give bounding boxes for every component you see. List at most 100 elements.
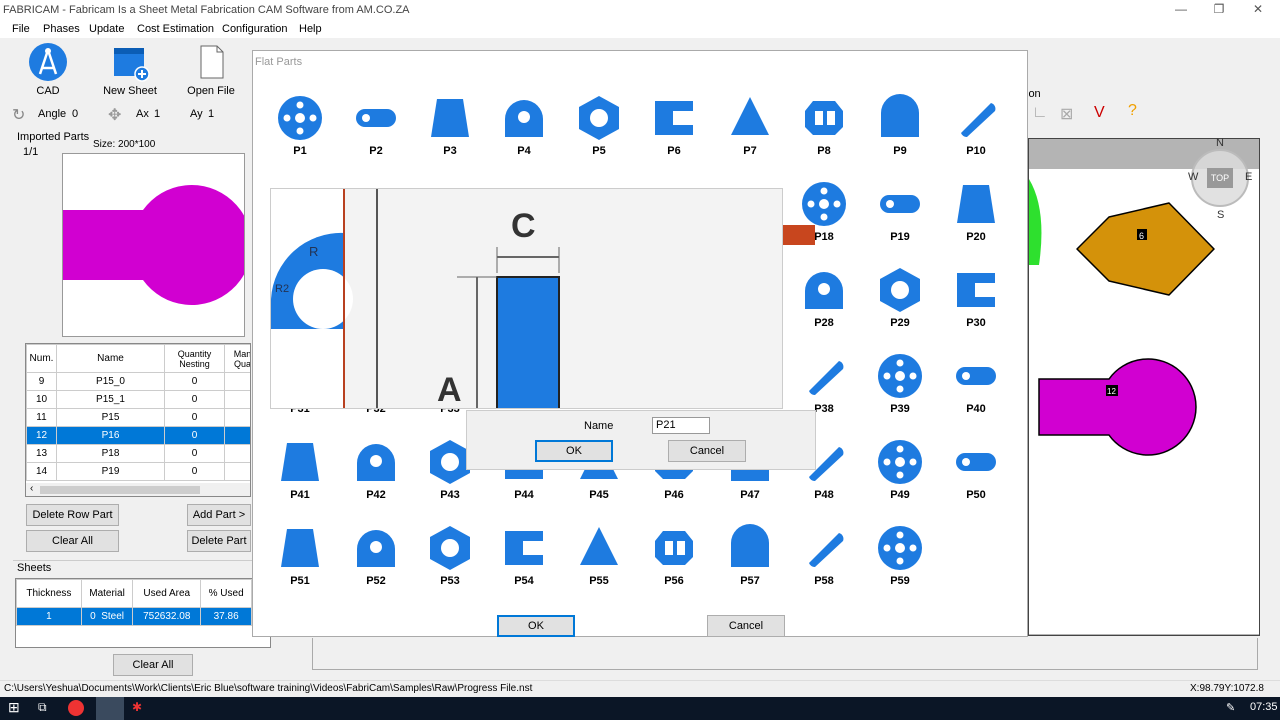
part-p9[interactable]: P9 [865, 93, 935, 157]
part-p30[interactable]: P30 [941, 265, 1011, 329]
app-taskbar-icon[interactable]: ✱ [132, 700, 142, 714]
part-label: P43 [440, 489, 460, 501]
part-p52[interactable]: P52 [341, 523, 411, 587]
help-icon[interactable]: ? [1128, 102, 1137, 120]
dialog-ok-button[interactable]: OK [497, 615, 575, 637]
menu-update[interactable]: Update [89, 23, 124, 35]
part-p59[interactable]: P59 [865, 523, 935, 587]
part-p3[interactable]: P3 [415, 93, 485, 157]
pen-icon[interactable]: ✎ [1226, 701, 1235, 714]
clear-all-sheets-button[interactable]: Clear All [113, 654, 193, 676]
table-row-selected[interactable]: 12 P16 0 [26, 426, 250, 445]
maximize-button[interactable]: ❐ [1204, 2, 1234, 18]
angle-input[interactable]: 0 [72, 108, 102, 120]
part-p2[interactable]: P2 [341, 93, 411, 157]
fabricam-taskbar-icon[interactable] [96, 697, 124, 720]
new-sheet-button[interactable]: New Sheet [100, 42, 160, 97]
sheet-area: 6 12 [1029, 169, 1259, 634]
menu-cost-estimation[interactable]: Cost Estimation [137, 23, 214, 35]
menu-file[interactable]: File [12, 23, 30, 35]
table-row[interactable]: 14 P19 0 [26, 462, 250, 481]
windows-start-icon[interactable]: ⊞ [8, 699, 20, 716]
box-x-icon[interactable]: ⊠ [1060, 104, 1073, 124]
part-shape-icon [878, 526, 922, 570]
menu-configuration[interactable]: Configuration [222, 23, 287, 35]
part-p41[interactable]: P41 [265, 437, 335, 501]
part-shape-icon [805, 272, 843, 309]
part-p50[interactable]: P50 [941, 437, 1011, 501]
part-p5[interactable]: P5 [564, 93, 634, 157]
cad-button[interactable]: CAD [26, 42, 70, 97]
part-p10[interactable]: P10 [941, 93, 1011, 157]
part-p1[interactable]: P1 [265, 93, 335, 157]
file-path: C:\Users\Yeshua\Documents\Work\Clients\E… [4, 683, 533, 694]
part-p53[interactable]: P53 [415, 523, 485, 587]
ax-input[interactable]: 1 [154, 108, 184, 120]
part-p4[interactable]: P4 [489, 93, 559, 157]
name-label: Name [584, 420, 614, 432]
part-label: P3 [443, 145, 457, 157]
compass-top-button[interactable]: TOP [1207, 168, 1233, 188]
view-compass[interactable]: TOP N S W E [1188, 137, 1252, 221]
part-p20[interactable]: P20 [941, 179, 1011, 243]
table-row[interactable]: 13 P18 0 [26, 444, 250, 463]
part-p57[interactable]: P57 [715, 523, 785, 587]
part-p7[interactable]: P7 [715, 93, 785, 157]
horizontal-scrollbar[interactable]: ‹ [26, 483, 250, 496]
rotate-icon[interactable]: ↻ [12, 105, 25, 125]
table-row[interactable]: 11 P15 0 [26, 408, 250, 427]
nesting-canvas[interactable]: 6 12 TOP N S W E [1028, 137, 1260, 636]
right-toolbar: ∟ ⊠ V ? [1030, 102, 1160, 126]
part-p38[interactable]: P38 [789, 351, 859, 415]
dialog-cancel-button[interactable]: Cancel [707, 615, 785, 637]
vertex-icon[interactable]: V [1094, 104, 1105, 122]
part-label: P28 [814, 317, 834, 329]
ay-input[interactable]: 1 [208, 108, 238, 120]
sheet-row[interactable]: 1 0 Steel 752632.08 37.86 [16, 607, 252, 626]
scrollbar-thumb[interactable] [40, 486, 200, 494]
clear-all-button[interactable]: Clear All [26, 530, 119, 552]
part-p51[interactable]: P51 [265, 523, 335, 587]
compass-icon [29, 43, 67, 81]
part-p6[interactable]: P6 [639, 93, 709, 157]
part-p28[interactable]: P28 [789, 265, 859, 329]
chrome-icon[interactable] [68, 700, 84, 716]
move-icon[interactable]: ✥ [108, 105, 121, 125]
part-p40[interactable]: P40 [941, 351, 1011, 415]
part-p49[interactable]: P49 [865, 437, 935, 501]
delete-row-part-button[interactable]: Delete Row Part [26, 504, 119, 526]
add-part-button[interactable]: Add Part > [187, 504, 251, 526]
scroll-left-icon[interactable]: ‹ [30, 483, 33, 494]
name-cancel-button[interactable]: Cancel [668, 440, 746, 462]
part-p29[interactable]: P29 [865, 265, 935, 329]
close-button[interactable]: ✕ [1243, 2, 1273, 18]
delete-part-button[interactable]: Delete Part [187, 530, 251, 552]
table-row[interactable]: 10 P15_1 0 [26, 390, 250, 409]
part-label: P41 [290, 489, 310, 501]
part-p39[interactable]: P39 [865, 351, 935, 415]
task-view-icon[interactable]: ⧉ [38, 700, 47, 715]
part-p42[interactable]: P42 [341, 437, 411, 501]
table-row[interactable]: 9 P15_0 0 [26, 372, 250, 391]
part-p54[interactable]: P54 [489, 523, 559, 587]
open-file-button[interactable]: Open File [186, 42, 236, 97]
name-ok-button[interactable]: OK [535, 440, 613, 462]
part-p8[interactable]: P8 [789, 93, 859, 157]
col-qty: Quantity Nesting [164, 344, 225, 373]
part-label: P19 [890, 231, 910, 243]
minimize-button[interactable]: — [1166, 2, 1196, 18]
part-p58[interactable]: P58 [789, 523, 859, 587]
part-p56[interactable]: P56 [639, 523, 709, 587]
part-label: P42 [366, 489, 386, 501]
part-p19[interactable]: P19 [865, 179, 935, 243]
bottom-frame [312, 638, 1258, 670]
col-name: Name [56, 344, 165, 373]
menu-help[interactable]: Help [299, 23, 322, 35]
parts-table-container: Num. Name Quantity Nesting Manu Quan 9P1… [25, 343, 251, 497]
flat-parts-dialog: Flat Parts P1 P2 P3 P4 P5 P6 P7 P8 P9 P10 P18 P19 P2… [252, 50, 1028, 637]
corner-icon[interactable]: ∟ [1032, 104, 1048, 122]
menu-phases[interactable]: Phases [43, 23, 80, 35]
part-label: P53 [440, 575, 460, 587]
name-input[interactable]: P21 [652, 417, 710, 434]
part-p55[interactable]: P55 [564, 523, 634, 587]
